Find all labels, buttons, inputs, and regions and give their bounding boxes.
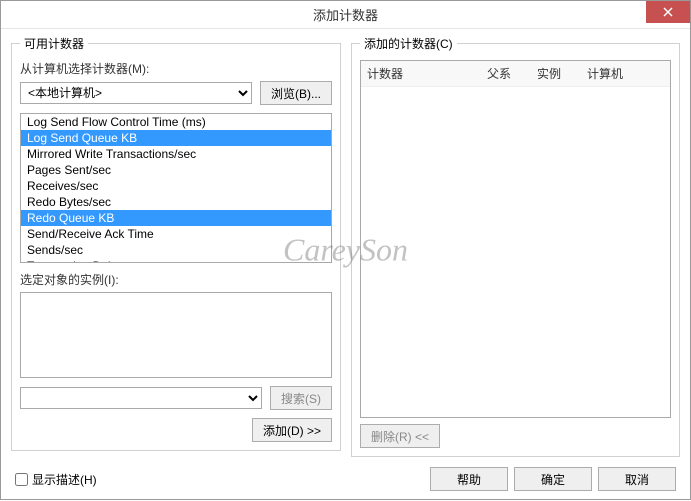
col-parent[interactable]: 父系 xyxy=(487,65,537,82)
col-computer[interactable]: 计算机 xyxy=(587,65,664,82)
col-instance[interactable]: 实例 xyxy=(537,65,587,82)
show-description-checkbox[interactable]: 显示描述(H) xyxy=(15,471,97,488)
counter-item[interactable]: Send/Receive Ack Time xyxy=(21,226,331,242)
cancel-button[interactable]: 取消 xyxy=(598,467,676,491)
help-button[interactable]: 帮助 xyxy=(430,467,508,491)
computer-label: 从计算机选择计数器(M): xyxy=(20,60,332,77)
browse-button[interactable]: 浏览(B)... xyxy=(260,81,332,105)
counter-item[interactable]: Mirrored Write Transactions/sec xyxy=(21,146,331,162)
remove-button[interactable]: 删除(R) << xyxy=(360,424,440,448)
titlebar: 添加计数器 xyxy=(1,1,690,29)
ok-button[interactable]: 确定 xyxy=(514,467,592,491)
counter-item[interactable]: Log Send Queue KB xyxy=(21,130,331,146)
added-counters-group: 添加的计数器(C) 计数器 父系 实例 计算机 删除(R) << xyxy=(351,35,680,457)
show-description-input[interactable] xyxy=(15,473,28,486)
counter-item[interactable]: Redo Queue KB xyxy=(21,210,331,226)
counter-item[interactable]: Log Send Flow Control Time (ms) xyxy=(21,114,331,130)
available-counters-legend: 可用计数器 xyxy=(20,35,88,52)
window-title: 添加计数器 xyxy=(313,5,378,24)
counter-item[interactable]: Pages Sent/sec xyxy=(21,162,331,178)
added-list-header: 计数器 父系 实例 计算机 xyxy=(361,61,670,87)
col-counter[interactable]: 计数器 xyxy=(367,65,487,82)
counter-item[interactable]: Transaction Delay xyxy=(21,258,331,263)
added-counters-legend: 添加的计数器(C) xyxy=(360,35,457,52)
counter-item[interactable]: Redo Bytes/sec xyxy=(21,194,331,210)
instance-listbox[interactable] xyxy=(20,292,332,378)
instance-label: 选定对象的实例(I): xyxy=(20,271,332,288)
counter-item[interactable]: Receives/sec xyxy=(21,178,331,194)
close-button[interactable] xyxy=(646,1,690,23)
computer-select[interactable]: <本地计算机> xyxy=(20,82,252,104)
added-counters-list[interactable]: 计数器 父系 实例 计算机 xyxy=(360,60,671,418)
search-combo[interactable] xyxy=(20,387,262,409)
counter-list[interactable]: Log Send Flow Control Time (ms)Log Send … xyxy=(20,113,332,263)
search-button[interactable]: 搜索(S) xyxy=(270,386,332,410)
close-icon xyxy=(663,7,673,17)
available-counters-group: 可用计数器 从计算机选择计数器(M): <本地计算机> 浏览(B)... Log… xyxy=(11,35,341,451)
add-button[interactable]: 添加(D) >> xyxy=(252,418,332,442)
bottom-bar: 显示描述(H) 帮助 确定 取消 xyxy=(1,461,690,501)
show-description-label: 显示描述(H) xyxy=(32,471,97,488)
counter-item[interactable]: Sends/sec xyxy=(21,242,331,258)
